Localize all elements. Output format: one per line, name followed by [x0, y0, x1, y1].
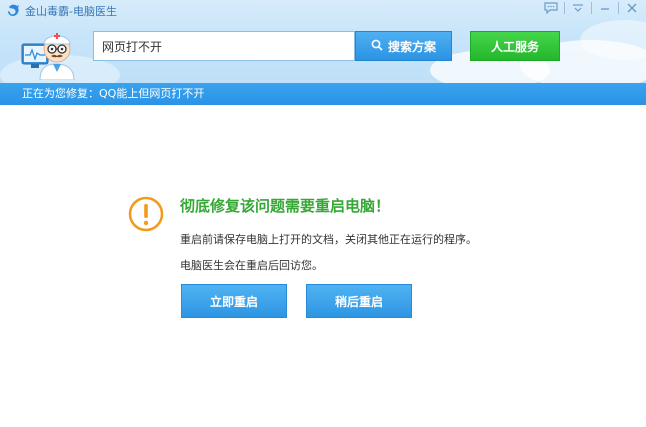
service-button-label: 人工服务	[490, 39, 539, 54]
menu-icon[interactable]	[568, 1, 588, 15]
message-title: 彻底修复该问题需要重启电脑！	[180, 197, 391, 215]
restart-now-label: 立即重启	[209, 294, 258, 309]
app-title: 金山毒霸-电脑医生	[25, 5, 117, 18]
close-icon[interactable]	[622, 1, 642, 15]
separator	[591, 2, 592, 14]
title-bar: 金山毒霸-电脑医生	[0, 0, 646, 22]
search-icon	[371, 39, 383, 54]
restart-later-button[interactable]: 稍后重启	[306, 284, 412, 318]
chat-bubble-icon[interactable]	[541, 1, 561, 15]
restart-later-label: 稍后重启	[334, 294, 383, 309]
minimize-icon[interactable]	[595, 1, 615, 15]
status-bar: 正在为您修复：QQ能上但网页打不开	[0, 83, 646, 105]
search-input[interactable]	[94, 32, 354, 60]
window-controls	[541, 0, 642, 16]
restart-now-button[interactable]: 立即重启	[181, 284, 287, 318]
header: 金山毒霸-电脑医生 网页打不开 搜索方案 人工服务	[0, 0, 646, 83]
warning-icon	[128, 196, 164, 232]
status-text: 正在为您修复：QQ能上但网页打不开	[22, 87, 205, 100]
message-line-1: 重启前请保存电脑上打开的文档，关闭其他正在运行的程序。	[180, 233, 477, 246]
separator	[618, 2, 619, 14]
separator	[564, 2, 565, 14]
search-solution-button[interactable]: 搜索方案	[355, 31, 452, 61]
search-button-label: 搜索方案	[387, 39, 436, 54]
manual-service-button[interactable]: 人工服务	[470, 31, 560, 61]
doctor-mascot-icon	[20, 22, 76, 81]
kingsoft-logo-icon	[6, 3, 22, 19]
search-box	[93, 31, 355, 61]
message-line-2: 电脑医生会在重启后回访您。	[180, 259, 323, 272]
